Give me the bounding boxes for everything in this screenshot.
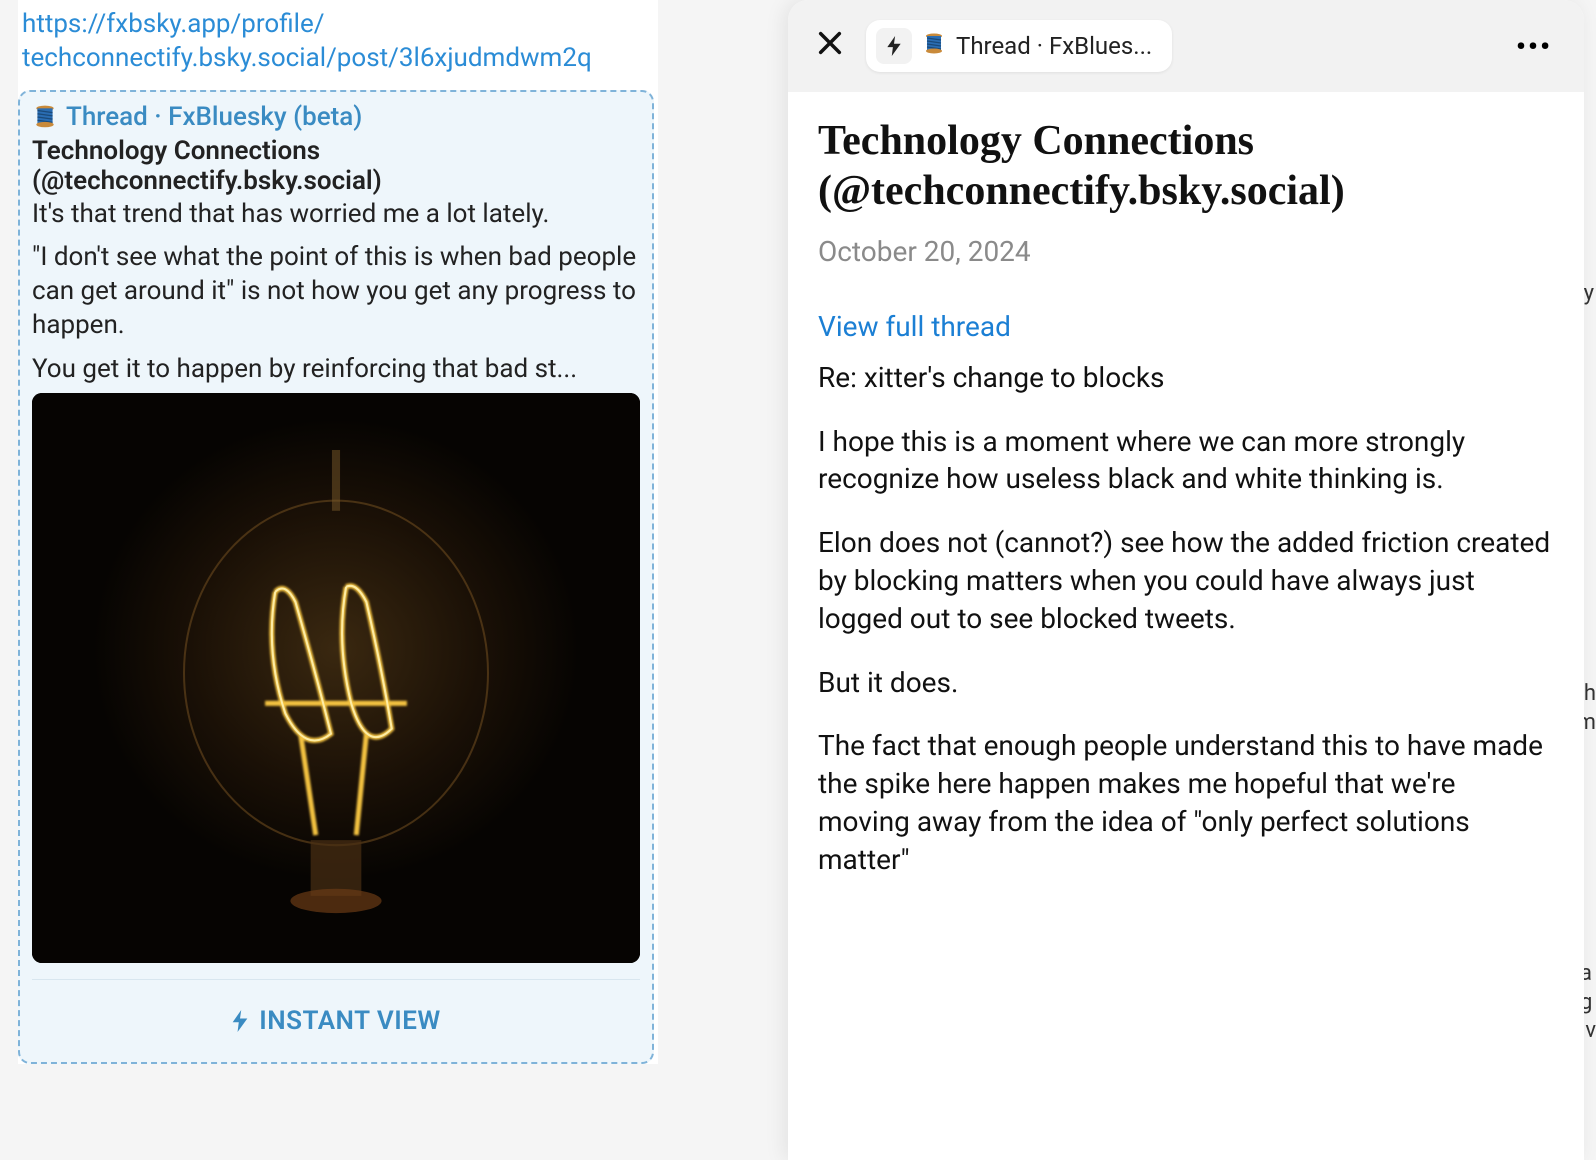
paragraph: Re: xitter's change to blocks bbox=[818, 359, 1554, 397]
author-handle: (@techconnectify.bsky.social) bbox=[32, 166, 640, 196]
view-full-thread-link[interactable]: View full thread bbox=[818, 310, 1554, 343]
link-preview-card[interactable]: Thread · FxBluesky (beta) Technology Con… bbox=[18, 90, 654, 1064]
instant-view-overlay: Thread · FxBlues... ••• Technology Conne… bbox=[788, 0, 1584, 1160]
thread-label: Thread · FxBluesky (beta) bbox=[66, 102, 362, 132]
preview-image bbox=[32, 393, 640, 963]
background-text-fragment: y bbox=[1584, 280, 1594, 309]
instant-view-button[interactable]: INSTANT VIEW bbox=[32, 979, 640, 1062]
post-url-link[interactable]: https://fxbsky.app/profile/ techconnecti… bbox=[18, 0, 658, 84]
close-button[interactable] bbox=[812, 23, 848, 69]
more-options-button[interactable]: ••• bbox=[1508, 22, 1560, 71]
article-date: October 20, 2024 bbox=[818, 235, 1554, 268]
author-name: Technology Connections bbox=[32, 136, 640, 166]
paragraph: Elon does not (cannot?) see how the adde… bbox=[818, 524, 1554, 637]
paragraph: But it does. bbox=[818, 664, 1554, 702]
paragraph: The fact that enough people understand t… bbox=[818, 727, 1554, 878]
message-preview-panel: https://fxbsky.app/profile/ techconnecti… bbox=[18, 0, 658, 1064]
overlay-header: Thread · FxBlues... ••• bbox=[788, 0, 1584, 92]
bolt-icon bbox=[876, 28, 912, 64]
thread-spool-icon bbox=[32, 104, 58, 130]
article-body: Re: xitter's change to blocks I hope thi… bbox=[818, 359, 1554, 879]
paragraph: I hope this is a moment where we can mor… bbox=[818, 423, 1554, 499]
bolt-icon bbox=[231, 1010, 249, 1032]
article-title: Technology Connections (@techconnectify.… bbox=[818, 116, 1554, 217]
preview-body: It's that trend that has worried me a lo… bbox=[32, 198, 640, 387]
thread-spool-icon bbox=[922, 32, 946, 60]
preview-header: Thread · FxBluesky (beta) bbox=[32, 102, 640, 132]
tab-title: Thread · FxBlues... bbox=[956, 32, 1152, 60]
instant-view-label: INSTANT VIEW bbox=[259, 1006, 441, 1036]
tab-pill[interactable]: Thread · FxBlues... bbox=[866, 20, 1172, 72]
article-content: Technology Connections (@techconnectify.… bbox=[788, 92, 1584, 929]
